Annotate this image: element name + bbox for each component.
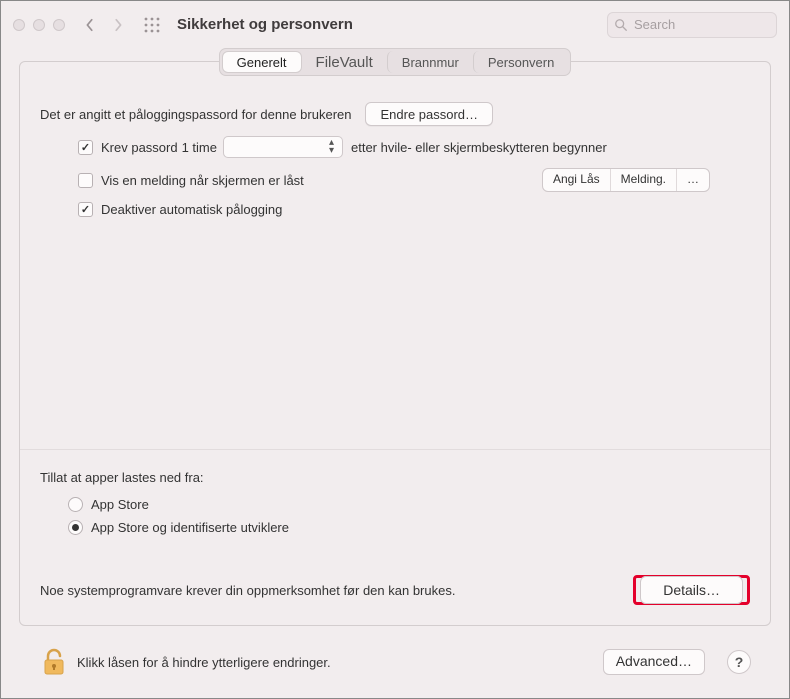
download-section: Tillat at apper lastes ned fra: App Stor… (40, 470, 750, 605)
updown-icon: ▴▾ (329, 139, 334, 155)
search-placeholder: Search (634, 17, 675, 32)
titlebar: Sikkerhet og personvern Search (1, 1, 789, 49)
lock-icon[interactable] (43, 648, 65, 676)
more-button[interactable]: … (677, 169, 709, 191)
show-all-icon[interactable] (143, 16, 161, 34)
tab-bar: Generelt FileVault Brannmur Personvern (40, 48, 750, 76)
details-highlight: Details… (633, 575, 750, 605)
require-password-delay-value: 1 time (182, 140, 217, 155)
login-section: Det er angitt et påloggingspassord for d… (40, 102, 750, 227)
set-lock-button[interactable]: Angi Lås (543, 169, 611, 191)
tab-general[interactable]: Generelt (222, 51, 302, 73)
appstore-dev-radio[interactable] (68, 520, 83, 535)
window-title: Sikkerhet og personvern (177, 16, 607, 33)
attention-text: Noe systemprogramvare krever din oppmerk… (40, 583, 455, 598)
close-window-button[interactable] (13, 19, 25, 31)
help-button[interactable]: ? (727, 650, 751, 674)
change-password-button[interactable]: Endre passord… (365, 102, 493, 126)
tab-filevault[interactable]: FileVault (302, 51, 387, 73)
minimize-window-button[interactable] (33, 19, 45, 31)
footer: Klikk låsen for å hindre ytterligere end… (19, 626, 771, 698)
appstore-dev-label: App Store og identifiserte utviklere (91, 520, 289, 535)
preferences-window: Sikkerhet og personvern Search Generelt … (0, 0, 790, 699)
tab-privacy[interactable]: Personvern (473, 51, 568, 73)
require-password-label: Krev passord (101, 140, 178, 155)
back-button[interactable] (81, 16, 99, 34)
search-icon (614, 18, 628, 32)
require-password-after-label: etter hvile- eller skjermbeskytteren beg… (351, 140, 607, 155)
download-heading: Tillat at apper lastes ned fra: (40, 470, 204, 485)
window-controls (13, 19, 65, 31)
content-area: Generelt FileVault Brannmur Personvern D… (1, 49, 789, 698)
settings-panel: Generelt FileVault Brannmur Personvern D… (19, 61, 771, 626)
require-password-checkbox[interactable] (78, 140, 93, 155)
details-button[interactable]: Details… (640, 576, 743, 604)
message-button[interactable]: Melding. (611, 169, 677, 191)
nav-buttons (81, 16, 127, 34)
zoom-window-button[interactable] (53, 19, 65, 31)
show-message-checkbox[interactable] (78, 173, 93, 188)
tab-firewall[interactable]: Brannmur (387, 51, 473, 73)
section-divider (20, 449, 770, 450)
lock-help-text: Klikk låsen for å hindre ytterligere end… (77, 655, 591, 670)
show-message-label: Vis en melding når skjermen er låst (101, 173, 304, 188)
disable-autologin-checkbox[interactable] (78, 202, 93, 217)
forward-button[interactable] (109, 16, 127, 34)
password-set-label: Det er angitt et påloggingspassord for d… (40, 107, 351, 122)
search-field[interactable]: Search (607, 12, 777, 38)
lock-message-segment: Angi Lås Melding. … (542, 168, 710, 192)
appstore-label: App Store (91, 497, 149, 512)
appstore-radio[interactable] (68, 497, 83, 512)
advanced-button[interactable]: Advanced… (603, 649, 705, 675)
require-password-delay-select[interactable]: ▴▾ (223, 136, 343, 158)
tab-group: Generelt FileVault Brannmur Personvern (219, 48, 572, 76)
disable-autologin-label: Deaktiver automatisk pålogging (101, 202, 282, 217)
